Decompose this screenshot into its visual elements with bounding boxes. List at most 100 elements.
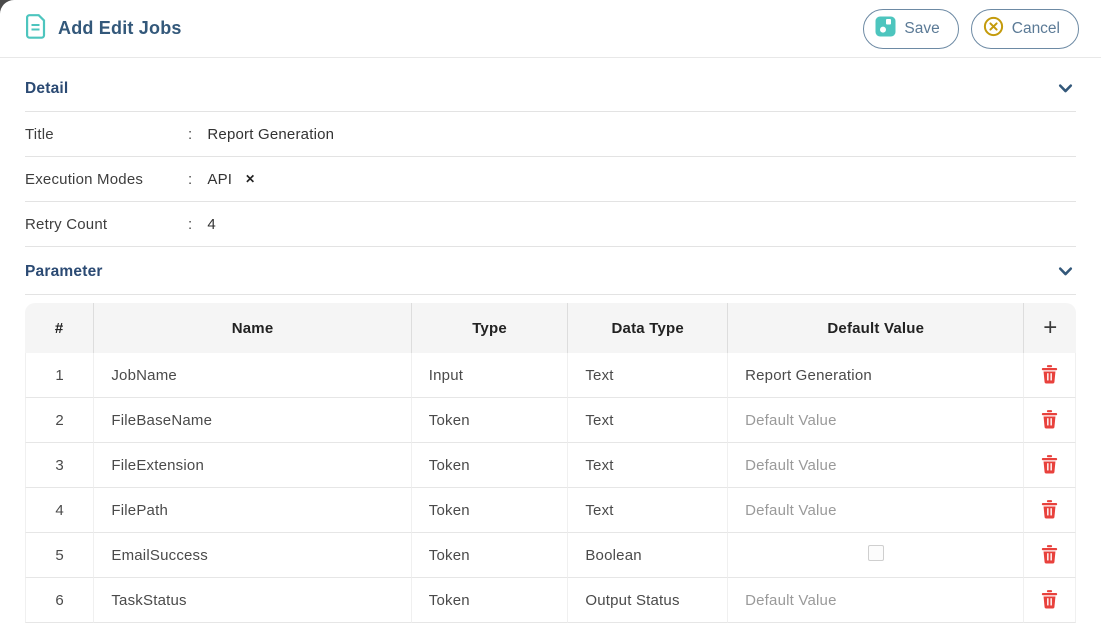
parameter-table-header-row: # Name Type Data Type Default Value + bbox=[25, 303, 1076, 353]
retry-count-field-label: Retry Count bbox=[25, 216, 188, 233]
default-value-placeholder: Default Value bbox=[745, 457, 837, 474]
row-data-type-cell: Boolean bbox=[568, 533, 728, 578]
row-default-value-cell[interactable] bbox=[728, 533, 1024, 578]
row-actions-cell bbox=[1024, 533, 1076, 578]
colon-separator: : bbox=[188, 216, 192, 233]
parameter-section-title: Parameter bbox=[25, 263, 103, 281]
page-title: Add Edit Jobs bbox=[58, 18, 182, 39]
title-field-row: Title : Report Generation bbox=[25, 112, 1076, 157]
row-actions-cell bbox=[1024, 488, 1076, 533]
delete-row-button[interactable] bbox=[1038, 452, 1061, 477]
cancel-button[interactable]: Cancel bbox=[971, 9, 1079, 49]
row-data-type-cell: Output Status bbox=[568, 578, 728, 623]
row-index-cell: 1 bbox=[25, 353, 94, 398]
trash-icon bbox=[1041, 552, 1058, 567]
page-title-group: Add Edit Jobs bbox=[26, 14, 182, 44]
default-value-placeholder: Default Value bbox=[745, 502, 837, 519]
circle-x-icon bbox=[983, 16, 1004, 42]
row-data-type-cell: Text bbox=[568, 488, 728, 533]
row-name-cell: FileBaseName bbox=[94, 398, 411, 443]
retry-count-field-value: 4 bbox=[207, 216, 216, 233]
row-name-cell: JobName bbox=[94, 353, 411, 398]
parameter-section-header: Parameter bbox=[25, 247, 1076, 295]
table-row: 4 FilePath Token Text Default Value bbox=[25, 488, 1076, 533]
execution-modes-field-row: Execution Modes : API ✕ bbox=[25, 157, 1076, 202]
row-index-cell: 6 bbox=[25, 578, 94, 623]
execution-modes-field-label: Execution Modes bbox=[25, 171, 188, 188]
delete-row-button[interactable] bbox=[1038, 587, 1061, 612]
row-index-cell: 5 bbox=[25, 533, 94, 578]
row-default-value-cell[interactable]: Default Value bbox=[728, 398, 1024, 443]
delete-row-button[interactable] bbox=[1038, 362, 1061, 387]
colon-separator: : bbox=[188, 171, 192, 188]
trash-icon bbox=[1041, 417, 1058, 432]
execution-mode-tag: API ✕ bbox=[207, 171, 257, 188]
save-button[interactable]: Save bbox=[863, 9, 958, 49]
row-name-cell: FilePath bbox=[94, 488, 411, 533]
row-default-value-cell[interactable]: Default Value bbox=[728, 443, 1024, 488]
detail-section-title: Detail bbox=[25, 80, 68, 98]
row-actions-cell bbox=[1024, 578, 1076, 623]
row-default-value-cell[interactable]: Report Generation bbox=[728, 353, 1024, 398]
row-type-cell: Token bbox=[412, 533, 569, 578]
row-index-cell: 4 bbox=[25, 488, 94, 533]
row-data-type-cell: Text bbox=[568, 353, 728, 398]
table-row: 6 TaskStatus Token Output Status Default… bbox=[25, 578, 1076, 623]
document-icon bbox=[26, 14, 47, 44]
row-type-cell: Token bbox=[412, 488, 569, 533]
header-bar: Add Edit Jobs Save bbox=[0, 0, 1101, 58]
row-type-cell: Token bbox=[412, 443, 569, 488]
detail-section-header: Detail bbox=[25, 58, 1076, 112]
parameter-table: # Name Type Data Type Default Value + 1 … bbox=[25, 303, 1076, 623]
row-name-cell: FileExtension bbox=[94, 443, 411, 488]
header-actions: Save Cancel bbox=[863, 9, 1079, 49]
row-name-cell: EmailSuccess bbox=[94, 533, 411, 578]
default-value-placeholder: Default Value bbox=[745, 412, 837, 429]
column-header-actions: + bbox=[1024, 303, 1076, 353]
trash-icon bbox=[1041, 507, 1058, 522]
retry-count-field-row: Retry Count : 4 bbox=[25, 202, 1076, 247]
row-default-value-cell[interactable]: Default Value bbox=[728, 488, 1024, 533]
chevron-down-icon bbox=[1057, 268, 1074, 283]
default-value-text: Report Generation bbox=[745, 367, 872, 384]
add-edit-jobs-panel: Add Edit Jobs Save bbox=[0, 0, 1101, 642]
trash-icon bbox=[1041, 462, 1058, 477]
cancel-button-label: Cancel bbox=[1012, 20, 1060, 38]
chevron-down-icon bbox=[1057, 85, 1074, 100]
column-header-data-type: Data Type bbox=[568, 303, 728, 353]
table-row: 5 EmailSuccess Token Boolean bbox=[25, 533, 1076, 578]
table-row: 1 JobName Input Text Report Generation bbox=[25, 353, 1076, 398]
parameter-collapse-toggle[interactable] bbox=[1055, 261, 1076, 282]
title-field-label: Title bbox=[25, 126, 188, 143]
detail-collapse-toggle[interactable] bbox=[1055, 78, 1076, 99]
save-button-label: Save bbox=[904, 20, 939, 38]
form-content: Detail Title : Report Generation Executi… bbox=[0, 58, 1101, 623]
boolean-default-checkbox[interactable] bbox=[868, 545, 884, 561]
row-actions-cell bbox=[1024, 353, 1076, 398]
colon-separator: : bbox=[188, 126, 192, 143]
row-data-type-cell: Text bbox=[568, 398, 728, 443]
trash-icon bbox=[1041, 597, 1058, 612]
column-header-type: Type bbox=[412, 303, 569, 353]
row-actions-cell bbox=[1024, 443, 1076, 488]
row-data-type-cell: Text bbox=[568, 443, 728, 488]
table-row: 3 FileExtension Token Text Default Value bbox=[25, 443, 1076, 488]
delete-row-button[interactable] bbox=[1038, 542, 1061, 567]
default-value-placeholder: Default Value bbox=[745, 592, 837, 609]
column-header-name: Name bbox=[94, 303, 411, 353]
delete-row-button[interactable] bbox=[1038, 497, 1061, 522]
remove-execution-mode-icon[interactable]: ✕ bbox=[243, 173, 257, 185]
row-actions-cell bbox=[1024, 398, 1076, 443]
trash-icon bbox=[1041, 372, 1058, 387]
table-row: 2 FileBaseName Token Text Default Value bbox=[25, 398, 1076, 443]
row-index-cell: 3 bbox=[25, 443, 94, 488]
floppy-disk-icon bbox=[875, 16, 896, 42]
delete-row-button[interactable] bbox=[1038, 407, 1061, 432]
title-field-value: Report Generation bbox=[207, 126, 334, 143]
row-type-cell: Token bbox=[412, 398, 569, 443]
column-header-index: # bbox=[25, 303, 94, 353]
execution-mode-value: API bbox=[207, 171, 232, 188]
add-parameter-button[interactable]: + bbox=[1043, 316, 1057, 340]
row-default-value-cell[interactable]: Default Value bbox=[728, 578, 1024, 623]
row-type-cell: Input bbox=[412, 353, 569, 398]
